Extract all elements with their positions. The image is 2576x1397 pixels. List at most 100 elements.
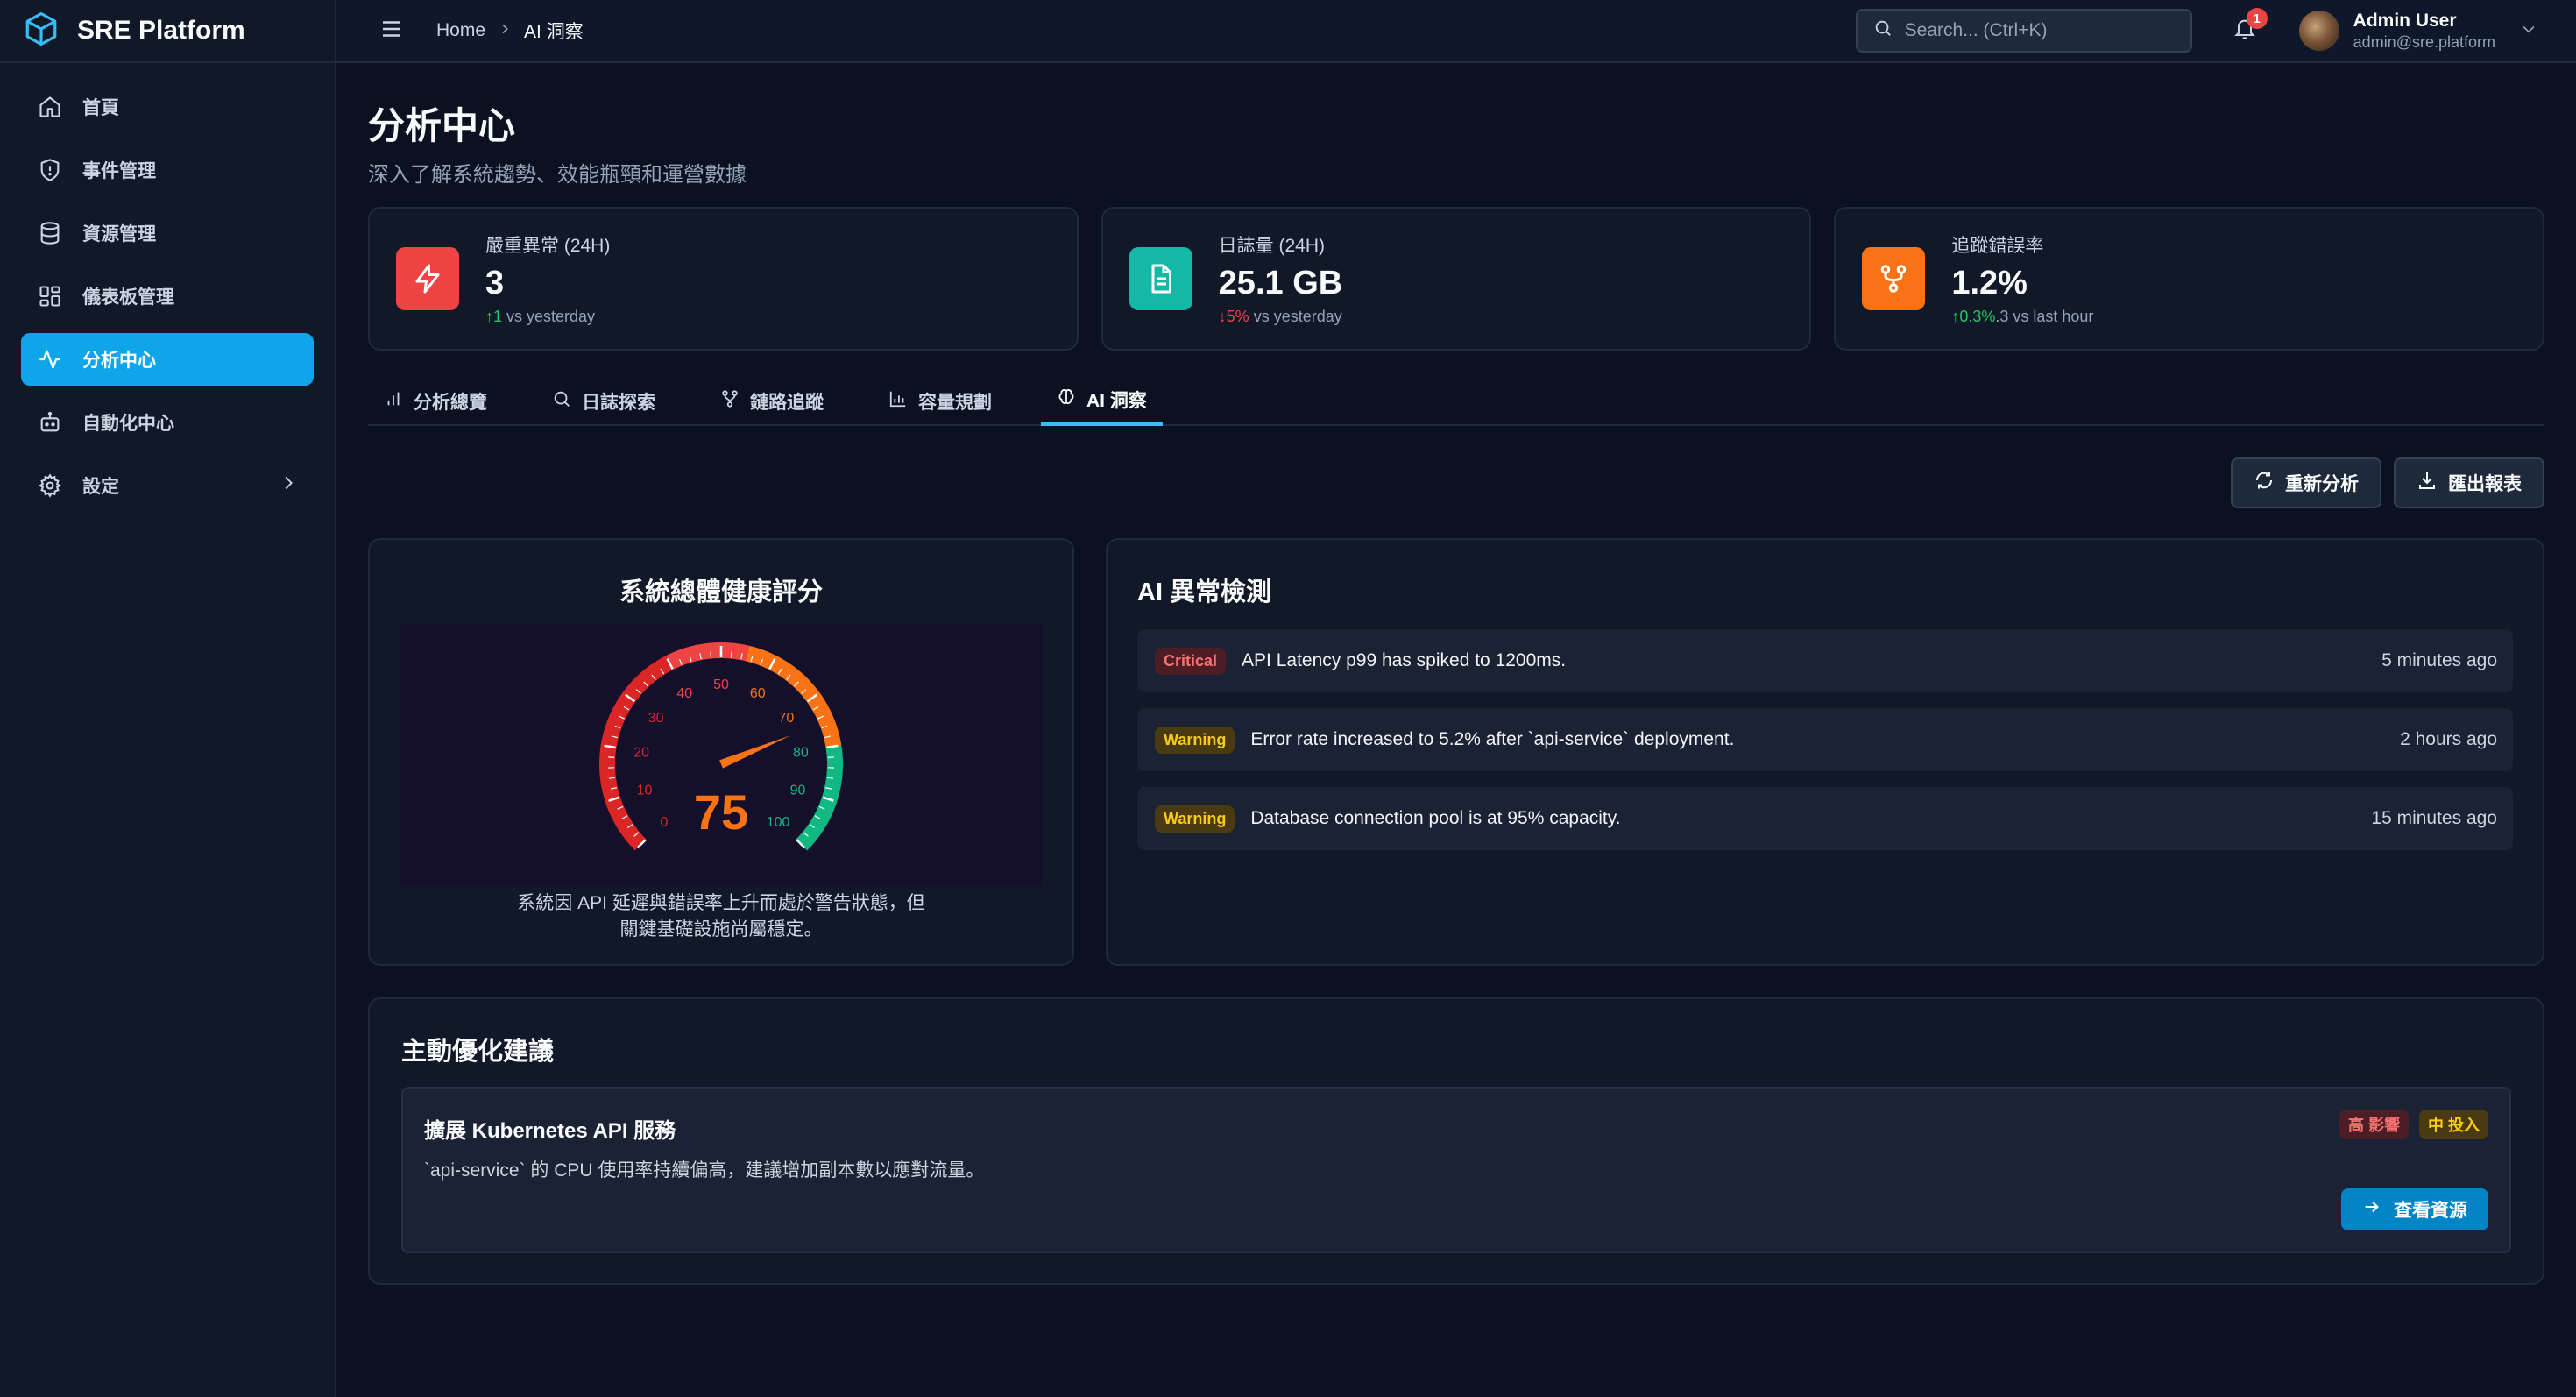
column-chart-icon [888, 389, 908, 414]
gauge-band-segment [755, 649, 767, 666]
gauge-band-segment [786, 668, 801, 684]
user-menu[interactable]: Admin User admin@sre.platform [2298, 11, 2537, 52]
lightning-icon [396, 247, 459, 310]
view-resource-button[interactable]: 查看資源 [2341, 1188, 2488, 1230]
analytics-tabs: 分析總覽 日誌探索 鏈路追蹤 容量規劃 AI 洞察 [368, 377, 2544, 426]
gauge-band-segment [697, 643, 707, 661]
sidebar-item-automation[interactable]: 自動化中心 [21, 396, 314, 449]
menu-icon[interactable] [379, 16, 405, 46]
gauge-band-segment [600, 777, 617, 785]
optimization-title: 主動優化建議 [401, 1038, 555, 1066]
gauge-band-segment [609, 805, 626, 819]
anomaly-item[interactable]: Warning Error rate increased to 5.2% aft… [1137, 708, 2513, 771]
stat-delta-value: ↑1 [485, 308, 503, 325]
health-description: 系統因 API 延遲與錯誤率上升而處於警告狀態，但關鍵基礎設施尚屬穩定。 [517, 893, 925, 940]
reanalyze-label: 重新分析 [2285, 474, 2359, 494]
anomaly-item[interactable]: Warning Database connection pool is at 9… [1137, 787, 2513, 850]
sidebar-item-resources[interactable]: 資源管理 [21, 207, 314, 259]
sidebar-item-label: 分析中心 [82, 351, 156, 371]
gauge-band-segment [670, 650, 683, 668]
gauge-band-segment [626, 683, 642, 698]
tab-label: AI 洞察 [1086, 391, 1147, 411]
gauge-tick-label: 0 [660, 815, 668, 830]
gear-icon [37, 472, 63, 499]
gauge-band-segment [616, 697, 633, 711]
notification-count-badge: 1 [2246, 8, 2268, 29]
gauge-band-segment [614, 814, 631, 828]
tab-overview[interactable]: 分析總覽 [368, 377, 503, 426]
gauge-band-segment [782, 664, 796, 681]
main-content: 分析中心 深入了解系統趨勢、效能瓶頸和運營數據 嚴重異常 (24H) 3 ↑1 … [336, 63, 2576, 1397]
avatar [2298, 11, 2339, 51]
gauge-band-segment [810, 697, 826, 711]
toolbar: 重新分析 匯出報表 [368, 457, 2544, 508]
gauge-band-segment [637, 671, 653, 687]
gauge-band-segment [641, 667, 657, 684]
gauge-band-segment [740, 644, 750, 662]
user-info: Admin User admin@sre.platform [2353, 11, 2495, 52]
stat-value: 25.1 GB [1218, 265, 1343, 301]
anomaly-text: Database connection pool is at 95% capac… [1250, 808, 1621, 828]
search-placeholder: Search... (Ctrl+K) [1904, 20, 2048, 40]
tab-label: 日誌探索 [582, 393, 655, 413]
gauge-band-segment [817, 801, 836, 813]
gauge-band-segment [803, 827, 819, 842]
page-title: 分析中心 [368, 105, 516, 146]
anomaly-item[interactable]: Critical API Latency p99 has spiked to 1… [1137, 629, 2513, 692]
gauge-band-segment [813, 811, 831, 824]
gauge-tick-label: 20 [633, 746, 649, 761]
gauge-band-segment [611, 706, 628, 720]
brand-name: SRE Platform [77, 16, 245, 45]
page-subtitle: 深入了解系統趨勢、效能瓶頸和運營數據 [368, 163, 747, 187]
gauge-band-segment [825, 777, 842, 786]
gauge-band-segment [704, 642, 711, 660]
gauge-band-segment [623, 827, 640, 842]
gauge-tick-label: 70 [779, 711, 795, 726]
gauge-tick-label: 100 [767, 815, 790, 830]
breadcrumb-home[interactable]: Home [436, 20, 485, 41]
anomaly-detection-card: AI 異常檢測 Critical API Latency p99 has spi… [1106, 538, 2544, 966]
sidebar-item-settings[interactable]: 設定 [21, 459, 314, 512]
stat-card-log-volume: 日誌量 (24H) 25.1 GB ↓5% vs yesterday [1100, 207, 1812, 351]
sidebar-item-incidents[interactable]: 事件管理 [21, 144, 314, 196]
shield-alert-icon [37, 157, 63, 183]
export-report-button[interactable]: 匯出報表 [2394, 457, 2544, 508]
sidebar-item-analytics[interactable]: 分析中心 [21, 333, 314, 386]
chevron-right-icon [279, 473, 298, 498]
export-label: 匯出報表 [2448, 474, 2522, 494]
tab-capacity[interactable]: 容量規劃 [873, 377, 1008, 426]
brand[interactable]: SRE Platform [0, 0, 335, 63]
gauge-band-segment [800, 684, 817, 698]
search-input[interactable]: Search... (Ctrl+K) [1855, 9, 2192, 53]
tab-tracing[interactable]: 鏈路追蹤 [704, 377, 839, 426]
gauge-band-segment [760, 650, 772, 668]
git-fork-icon [720, 389, 740, 414]
gauge-band-segment [822, 728, 839, 739]
gauge-band-segment [735, 643, 745, 661]
sidebar-item-label: 首頁 [82, 98, 119, 118]
search-icon [552, 389, 571, 414]
gauge-band-segment [810, 815, 828, 828]
gauge-band-segment [651, 661, 665, 678]
breadcrumb-current: AI 洞察 [524, 22, 584, 42]
sidebar-item-home[interactable]: 首頁 [21, 81, 314, 133]
bar-chart-icon [384, 389, 403, 414]
gauge-score-value: 75 [694, 784, 748, 840]
gauge-band-segment [818, 717, 836, 729]
notifications-button[interactable]: 1 [2229, 8, 2268, 46]
reanalyze-button[interactable]: 重新分析 [2231, 457, 2381, 508]
sidebar-item-label: 儀表板管理 [82, 287, 174, 308]
tab-ai-insights[interactable]: AI 洞察 [1041, 377, 1163, 426]
health-score-card: 系統總體健康評分 0 10 20 30 40 50 60 70 80 90 100 75 系統因 AP… [368, 538, 1074, 966]
stat-label: 嚴重異常 (24H) [485, 236, 611, 256]
anomaly-time: 15 minutes ago [2371, 808, 2497, 828]
search-icon [1873, 18, 1893, 43]
anomaly-text: Error rate increased to 5.2% after `api-… [1250, 729, 1735, 749]
gauge-band-segment [606, 801, 624, 813]
topbar: Home AI 洞察 Search... (Ctrl+K) 1 Admin Us… [336, 0, 2576, 63]
anomaly-text: API Latency p99 has spiked to 1200ms. [1242, 650, 1567, 670]
tab-log-explorer[interactable]: 日誌探索 [536, 377, 671, 426]
stat-delta-suffix: vs yesterday [502, 308, 596, 325]
gauge-band-segment [599, 750, 616, 758]
sidebar-item-dashboards[interactable]: 儀表板管理 [21, 270, 314, 323]
